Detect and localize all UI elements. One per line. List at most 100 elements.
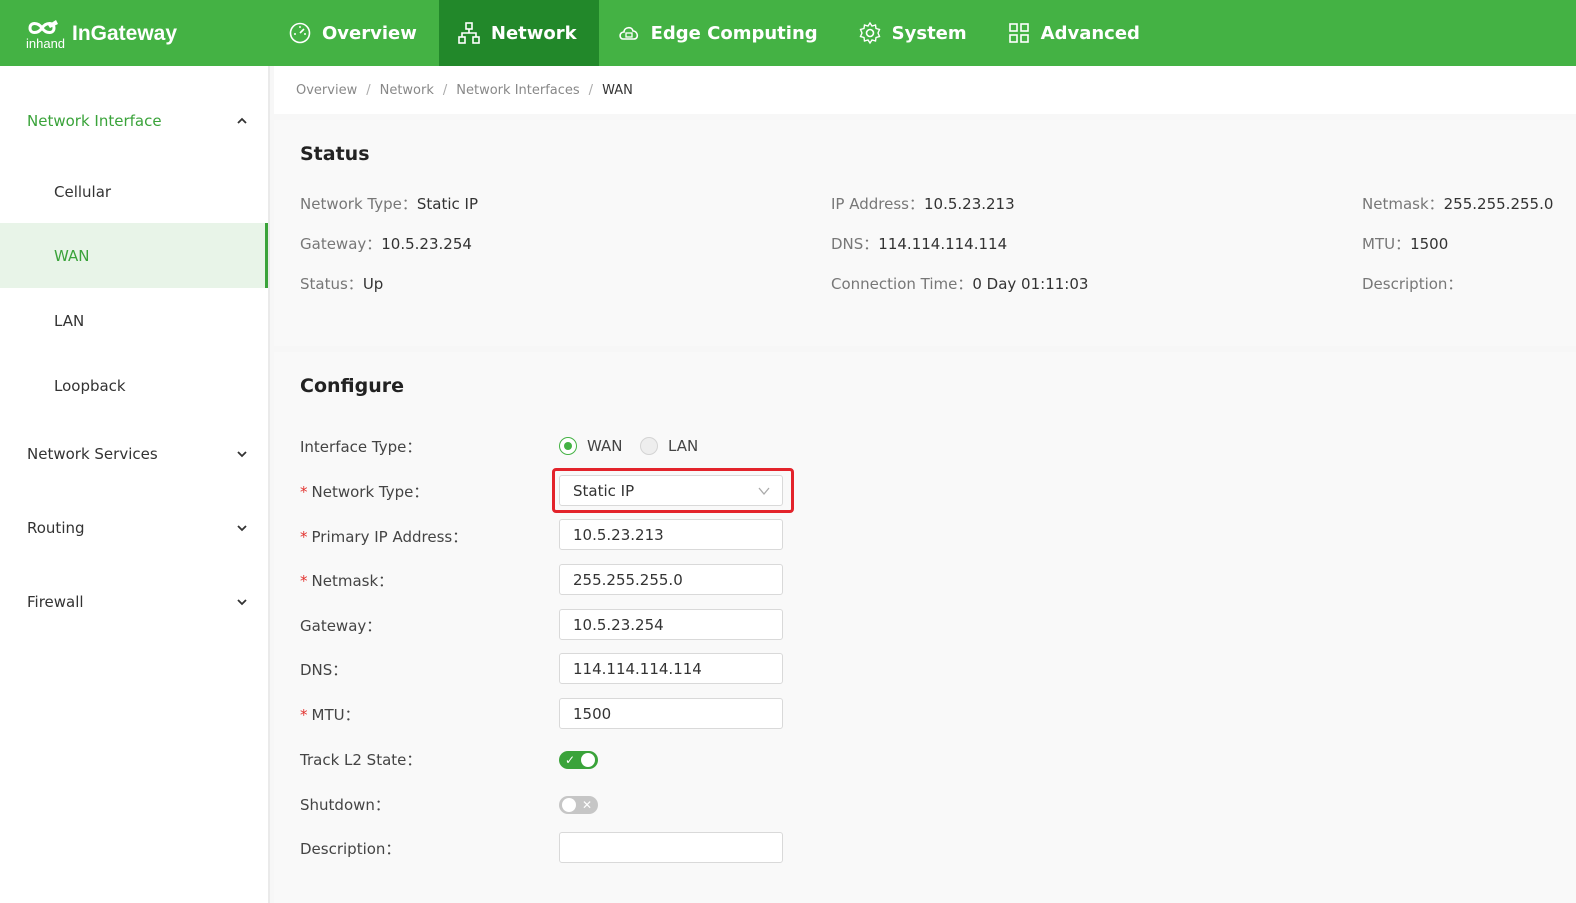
status-value: 114.114.114.114: [878, 235, 1008, 253]
status-value: Static IP: [416, 195, 478, 213]
sidebar-group-network-interface[interactable]: Network Interface: [0, 101, 268, 141]
input-value: 114.114.114.114: [573, 659, 702, 678]
dns-input[interactable]: 114.114.114.114: [559, 653, 783, 684]
status-label: DNS：: [831, 235, 879, 253]
inhand-logo-icon: inhand: [26, 16, 70, 52]
breadcrumb: Overview / Network / Network Interfaces …: [274, 66, 1576, 114]
status-netmask: Netmask：255.255.255.0: [1362, 193, 1553, 214]
top-navigation-bar: inhand InGateway Overview Network Edge C…: [0, 0, 1576, 66]
sidebar-item-label: LAN: [54, 311, 85, 330]
status-value: 0 Day 01:11:03: [972, 275, 1089, 293]
primary-ip-label: * Primary IP Address：: [300, 526, 467, 547]
radio-unchecked-icon: [640, 437, 658, 455]
track-l2-label: Track L2 State：: [300, 751, 422, 769]
breadcrumb-overview[interactable]: Overview: [296, 83, 357, 98]
dashboard-icon: [289, 22, 311, 44]
mtu-input[interactable]: 1500: [559, 698, 783, 729]
status-label: Connection Time：: [831, 275, 973, 293]
status-title: Status: [300, 143, 370, 165]
cloud-icon: [618, 26, 638, 40]
sidebar-group-routing[interactable]: Routing: [0, 508, 268, 548]
gateway-input[interactable]: 10.5.23.254: [559, 609, 783, 640]
sidebar-group-network-services[interactable]: Network Services: [0, 434, 268, 474]
status-label: Description：: [1362, 275, 1463, 293]
sidebar-group-firewall[interactable]: Firewall: [0, 582, 268, 622]
required-mark: *: [300, 572, 308, 590]
mtu-label-text: MTU：: [311, 706, 360, 724]
nav-network-label: Network: [490, 22, 577, 44]
gateway-label: Gateway：: [300, 617, 382, 635]
logo-subtext: inhand: [26, 36, 66, 51]
status-value: 255.255.255.0: [1443, 195, 1554, 213]
breadcrumb-separator: /: [588, 82, 594, 98]
nav-network[interactable]: Network: [438, 0, 599, 66]
network-type-label: * Network Type：: [300, 481, 428, 502]
status-value: 10.5.23.213: [923, 195, 1015, 213]
chevron-down-icon: [237, 451, 247, 458]
ingateway-logo[interactable]: inhand InGateway: [26, 16, 177, 52]
breadcrumb-network-interfaces[interactable]: Network Interfaces: [456, 83, 579, 98]
required-mark: *: [300, 483, 308, 501]
shutdown-label: Shutdown：: [300, 796, 390, 814]
status-ip-address: IP Address：10.5.23.213: [831, 193, 1015, 214]
netmask-label: * Netmask：: [300, 570, 393, 591]
track-l2-toggle[interactable]: ✓: [559, 751, 598, 769]
sidebar-item-cellular[interactable]: Cellular: [0, 159, 268, 224]
sidebar-item-lan[interactable]: LAN: [0, 288, 268, 353]
status-label: Gateway：: [300, 235, 382, 253]
netmask-input[interactable]: 255.255.255.0: [559, 564, 783, 595]
sidebar-item-label: Cellular: [54, 182, 112, 201]
chevron-up-icon: [237, 117, 247, 124]
status-label: Status：: [300, 275, 363, 293]
breadcrumb-separator: /: [442, 82, 448, 98]
breadcrumb-separator: /: [366, 82, 371, 98]
interface-type-wan-radio[interactable]: WAN: [559, 437, 623, 455]
breadcrumb-network[interactable]: Network: [380, 83, 434, 98]
status-label: IP Address：: [831, 195, 924, 213]
sidebar-group-label: Routing: [27, 519, 85, 537]
dns-label: DNS：: [300, 661, 348, 679]
interface-type-lan-radio[interactable]: LAN: [640, 437, 698, 455]
shutdown-toggle[interactable]: ✕: [559, 796, 598, 814]
required-mark: *: [300, 706, 308, 724]
gear-icon: [859, 21, 881, 45]
nav-edge-computing-label: Edge Computing: [650, 22, 818, 44]
nav-advanced[interactable]: Advanced: [989, 0, 1162, 66]
network-type-select[interactable]: Static IP: [559, 475, 783, 506]
sidebar-item-loopback[interactable]: Loopback: [0, 353, 268, 418]
toggle-knob: [562, 798, 576, 812]
status-description: Description：: [1362, 273, 1462, 294]
close-icon: ✕: [581, 798, 592, 812]
chevron-down-icon: [237, 599, 247, 606]
network-type-label-text: Network Type：: [311, 483, 429, 501]
primary-ip-input[interactable]: 10.5.23.213: [559, 519, 783, 550]
grid-icon: [1008, 23, 1029, 43]
input-value: 1500: [573, 704, 612, 723]
status-mtu: MTU：1500: [1362, 233, 1448, 254]
status-gateway: Gateway：10.5.23.254: [300, 233, 472, 254]
description-label: Description：: [300, 840, 401, 858]
required-mark: *: [300, 528, 308, 546]
radio-checked-icon: [559, 437, 577, 455]
nav-system[interactable]: System: [840, 0, 989, 66]
logo-text: InGateway: [72, 22, 178, 45]
toggle-knob: [581, 753, 595, 767]
network-type-value: Static IP: [573, 481, 635, 500]
description-input[interactable]: [559, 832, 783, 863]
nav-edge-computing[interactable]: Edge Computing: [599, 0, 840, 66]
chevron-down-icon: [237, 525, 247, 532]
sidebar-group-label: Network Services: [27, 445, 158, 463]
sidebar: Network Interface Cellular WAN LAN Loopb…: [0, 66, 270, 903]
nav-overview[interactable]: Overview: [270, 0, 439, 66]
status-value: Up: [362, 275, 384, 293]
sidebar-item-label: WAN: [54, 246, 90, 265]
status-label: MTU：: [1362, 235, 1411, 253]
configure-title: Configure: [300, 375, 404, 397]
sidebar-item-wan[interactable]: WAN: [0, 223, 268, 288]
nav-system-label: System: [891, 22, 967, 44]
input-value: 10.5.23.213: [573, 525, 664, 544]
check-icon: ✓: [565, 753, 576, 767]
status-status: Status：Up: [300, 273, 383, 294]
configure-panel: Configure Interface Type： WAN LAN * Netwo…: [274, 352, 1576, 903]
status-connection-time: Connection Time：0 Day 01:11:03: [831, 273, 1088, 294]
